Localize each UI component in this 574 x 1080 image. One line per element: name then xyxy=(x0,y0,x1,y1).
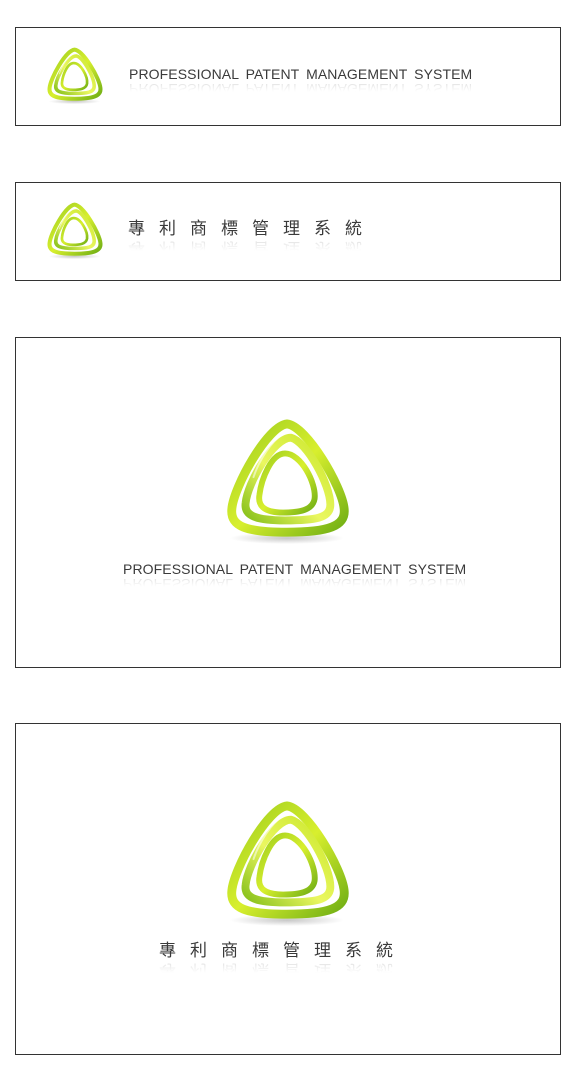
wordmark-reflection: PROFESSIONAL PATENT MANAGEMENT SYSTEM xyxy=(129,81,473,97)
logo-card-stacked-zh: 專利商標管理系統 專利商標管理系統 xyxy=(15,723,561,1055)
wordmark-text: PROFESSIONAL PATENT MANAGEMENT SYSTEM xyxy=(123,561,467,577)
wordmark-en: PROFESSIONAL PATENT MANAGEMENT SYSTEM PR… xyxy=(129,66,473,97)
wordmark-text: 專利商標管理系統 xyxy=(128,219,376,239)
wordmark-text: 專利商標管理系統 xyxy=(159,941,407,961)
concentric-triangle-logo-icon xyxy=(46,45,104,107)
concentric-triangle-logo-icon xyxy=(46,200,104,262)
wordmark-zh: 專利商標管理系統 專利商標管理系統 xyxy=(159,941,407,981)
wordmark-text: PROFESSIONAL PATENT MANAGEMENT SYSTEM xyxy=(129,66,473,82)
concentric-triangle-logo-icon xyxy=(224,416,352,548)
wordmark-en: PROFESSIONAL PATENT MANAGEMENT SYSTEM PR… xyxy=(123,561,467,592)
concentric-triangle-logo-icon xyxy=(224,798,352,930)
wordmark-reflection: 專利商標管理系統 xyxy=(159,960,407,980)
logo-card-horizontal-en: PROFESSIONAL PATENT MANAGEMENT SYSTEM PR… xyxy=(15,27,561,126)
wordmark-reflection: 專利商標管理系統 xyxy=(128,238,376,258)
logo-card-stacked-en: PROFESSIONAL PATENT MANAGEMENT SYSTEM PR… xyxy=(15,337,561,668)
wordmark-reflection: PROFESSIONAL PATENT MANAGEMENT SYSTEM xyxy=(123,576,467,592)
logo-card-horizontal-zh: 專利商標管理系統 專利商標管理系統 xyxy=(15,182,561,281)
wordmark-zh: 專利商標管理系統 專利商標管理系統 xyxy=(128,219,376,259)
